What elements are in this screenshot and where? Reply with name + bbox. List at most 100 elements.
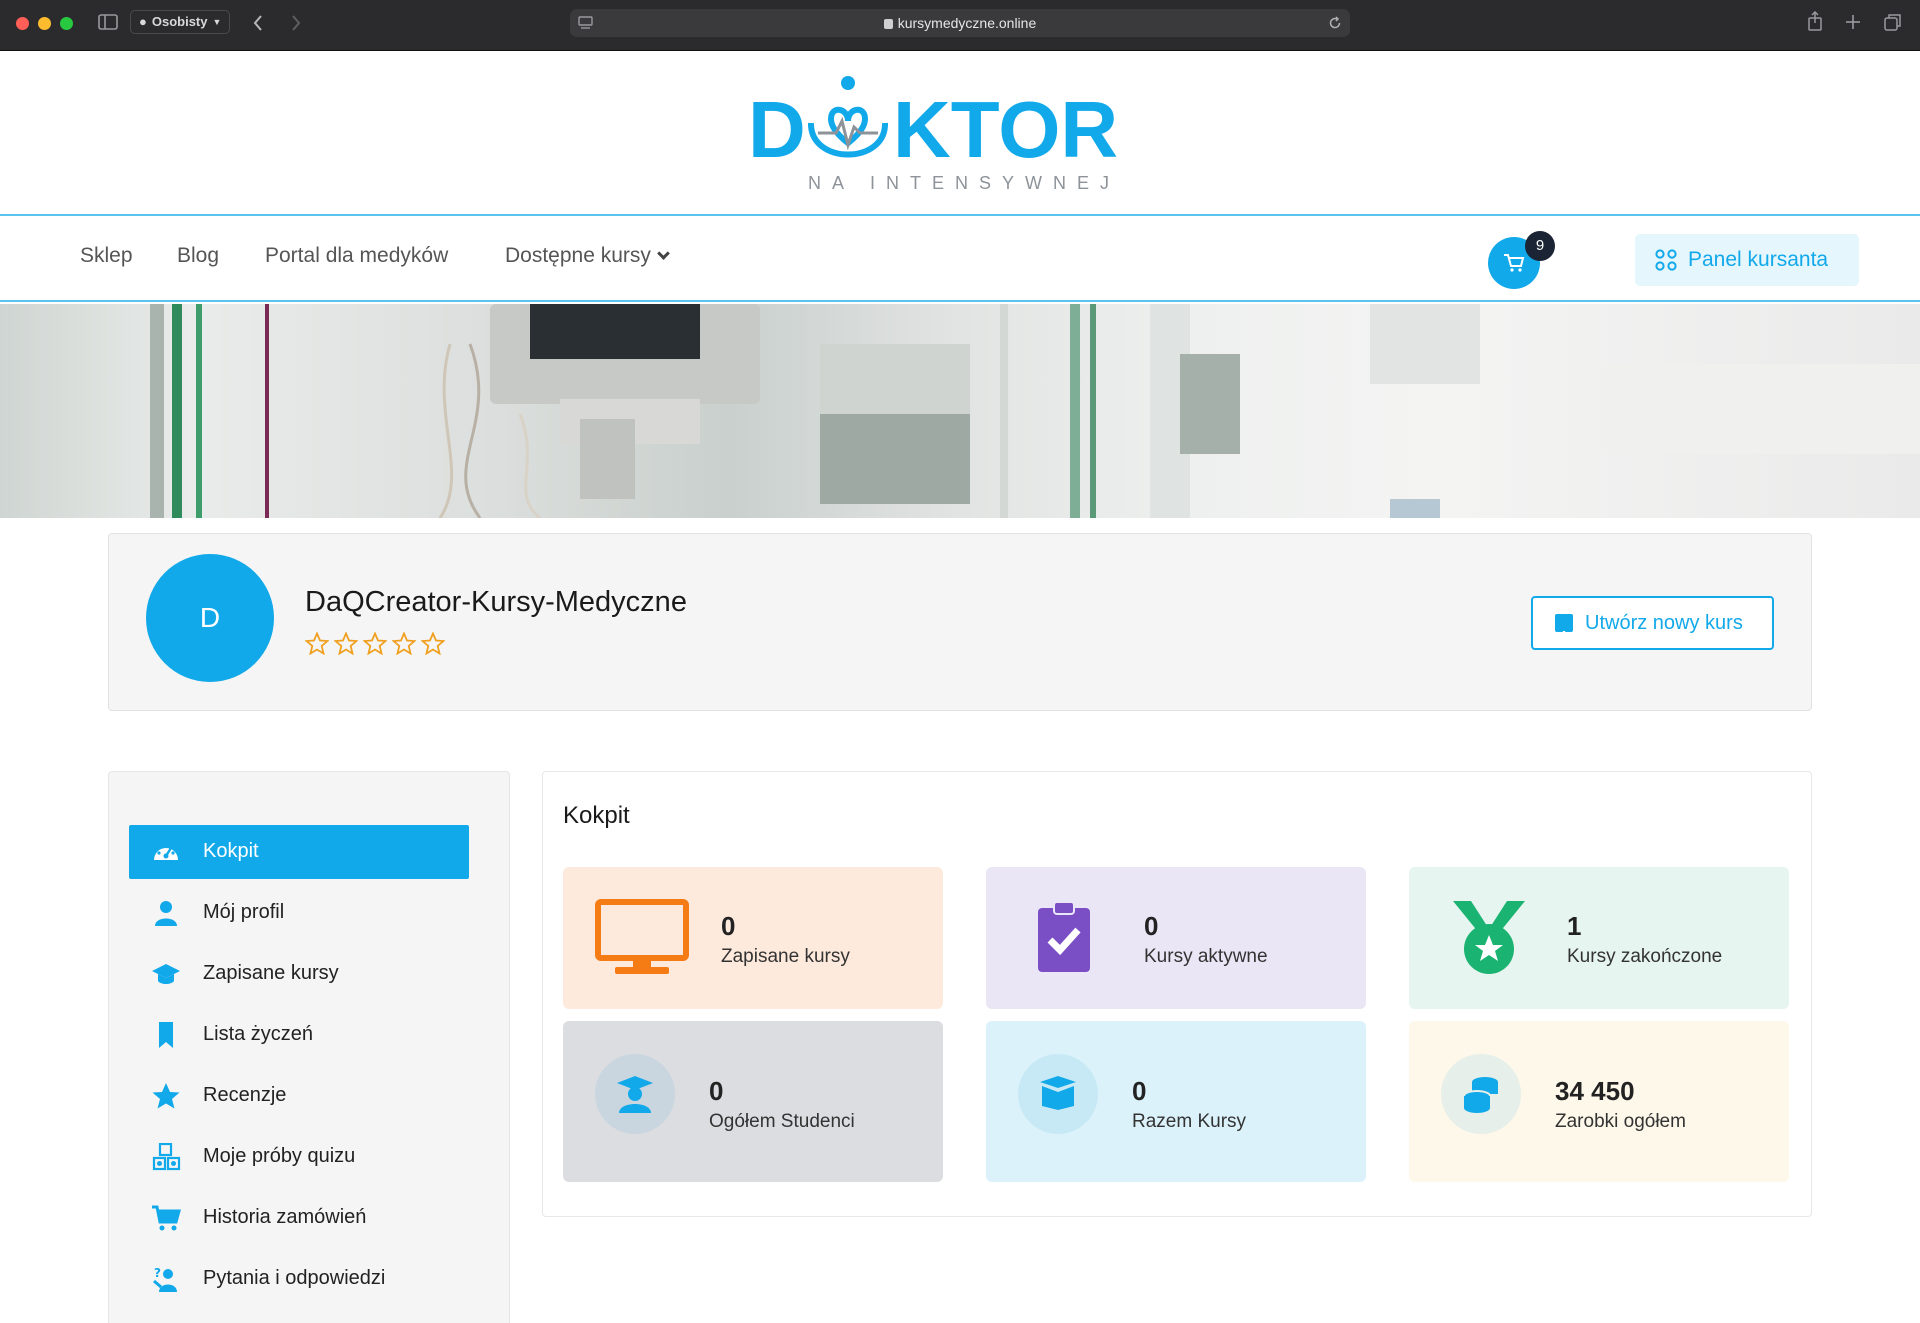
stat-value: 1 [1567, 911, 1582, 941]
svg-text:?: ? [154, 1266, 161, 1280]
cart-icon [152, 1205, 181, 1231]
nav-dropdown-label: Dostępne kursy [505, 244, 651, 267]
grid-icon [1655, 249, 1677, 271]
profile-label: Osobisty [151, 14, 208, 29]
star-outline-icon [363, 632, 387, 655]
plus-square-icon [1555, 614, 1573, 641]
stat-label: Razem Kursy [1132, 1111, 1247, 1132]
url-text: kursymedyczne.online [570, 15, 1350, 31]
sidebar-item-profile[interactable]: Mój profil [129, 886, 469, 940]
medal-icon [1453, 901, 1525, 974]
star-outline-icon [392, 632, 416, 655]
zoom-window-button[interactable] [60, 17, 73, 30]
box-icon [1040, 1076, 1076, 1110]
student-icon [617, 1076, 653, 1113]
new-tab-icon[interactable] [1845, 14, 1861, 30]
sidebar-item-label: Mój profil [203, 901, 285, 923]
nav-link-blog[interactable]: Blog [177, 244, 219, 268]
dashboard-icon [154, 845, 178, 860]
profile-selector[interactable]: ● Osobisty ▼ [130, 10, 231, 34]
sidebar-item-label: Pytania i odpowiedzi [203, 1267, 386, 1289]
sidebar-item-qa[interactable]: ? Pytania i odpowiedzi [129, 1252, 469, 1306]
clipboard-check-icon [1038, 901, 1090, 972]
stat-label: Ogółem Studenci [709, 1111, 855, 1132]
chevron-down-icon [657, 247, 670, 260]
logo-subtitle: NA INTENSYWNEJ [808, 173, 1120, 193]
create-course-label: Utwórz nowy kurs [1585, 612, 1743, 634]
logo-d: D [748, 85, 806, 174]
create-course-button[interactable]: Utwórz nowy kurs [1531, 596, 1774, 650]
sidebar-item-kokpit[interactable]: Kokpit [129, 825, 469, 879]
stat-card-enrolled: 0 Zapisane kursy [563, 867, 943, 1009]
reload-icon[interactable] [1328, 16, 1342, 30]
stat-card-earnings: 34 450 Zarobki ogółem [1409, 1021, 1789, 1182]
question-answer-icon: ? [153, 1266, 177, 1292]
lock-icon [883, 19, 893, 29]
sidebar-item-quiz-attempts[interactable]: Moje próby quizu [129, 1130, 469, 1184]
tab-overview-icon[interactable] [1884, 13, 1902, 31]
web-page: D KTOR NA INTENSYWNEJ Sklep Blog Portal … [0, 51, 1920, 1323]
sidebar-toggle-icon[interactable] [98, 14, 118, 30]
star-outline-icon [421, 632, 445, 655]
cart-count-badge: 9 [1525, 231, 1555, 261]
url-value: kursymedyczne.online [897, 15, 1037, 31]
forward-icon[interactable] [290, 14, 302, 32]
page-title: Kokpit [563, 802, 630, 829]
user-icon [155, 901, 177, 926]
person-icon: ● [139, 14, 147, 29]
student-panel-button[interactable]: Panel kursanta [1635, 234, 1859, 286]
back-icon[interactable] [252, 14, 264, 32]
sidebar-item-label: Recenzje [203, 1084, 287, 1106]
stat-label: Kursy aktywne [1144, 946, 1268, 967]
avatar[interactable]: D [146, 554, 274, 682]
stat-card-total-courses: 0 Razem Kursy [986, 1021, 1366, 1182]
rating-stars [305, 632, 445, 655]
nav-dropdown-courses[interactable]: Dostępne kursy [505, 244, 670, 268]
address-bar[interactable]: kursymedyczne.online [570, 9, 1350, 37]
minimize-window-button[interactable] [38, 17, 51, 30]
stat-value: 0 [1132, 1076, 1147, 1106]
dashboard-panel: Kokpit 0 Zapisane kursy 0 Kursy aktywne … [542, 771, 1812, 1217]
sidebar-item-label: Kokpit [203, 840, 259, 862]
panel-label: Panel kursanta [1688, 248, 1829, 271]
cart-icon [1504, 254, 1525, 272]
nav-link-sklep[interactable]: Sklep [80, 244, 133, 268]
main-navigation: Sklep Blog Portal dla medyków Dostępne k… [0, 214, 1920, 302]
nav-link-portal[interactable]: Portal dla medyków [265, 244, 448, 268]
dashboard-sidebar: Kokpit Mój profil Zapisane kursy Lista ż… [108, 771, 510, 1323]
stat-card-students: 0 Ogółem Studenci [563, 1021, 943, 1182]
sidebar-item-reviews[interactable]: Recenzje [129, 1069, 469, 1123]
stat-label: Zapisane kursy [721, 946, 850, 967]
stat-label: Zarobki ogółem [1555, 1111, 1686, 1132]
stat-card-active: 0 Kursy aktywne [986, 867, 1366, 1009]
hero-banner-image [0, 304, 1920, 518]
stat-label: Kursy zakończone [1567, 946, 1723, 967]
stat-value: 0 [709, 1076, 724, 1106]
bookmark-icon [159, 1022, 173, 1048]
sidebar-item-wishlist[interactable]: Lista życzeń [129, 1008, 469, 1062]
icu-equipment-illustration [150, 304, 1920, 518]
sidebar-item-label: Zapisane kursy [203, 962, 339, 984]
sidebar-item-label: Moje próby quizu [203, 1145, 356, 1167]
star-icon [152, 1083, 180, 1109]
chevron-down-icon: ▼ [212, 17, 222, 27]
instructor-profile-card: D DaQCreator-Kursy-Medyczne Utwórz nowy … [108, 533, 1812, 711]
sidebar-item-order-history[interactable]: Historia zamówień [129, 1191, 469, 1245]
stat-value: 34 450 [1555, 1076, 1635, 1106]
close-window-button[interactable] [16, 17, 29, 30]
stat-card-completed: 1 Kursy zakończone [1409, 867, 1789, 1009]
site-logo[interactable]: D KTOR NA INTENSYWNEJ [748, 73, 1148, 203]
logo-ktor: KTOR [893, 85, 1118, 174]
profile-name: DaQCreator-Kursy-Medyczne [305, 586, 687, 618]
quiz-shapes-icon [152, 1143, 181, 1171]
graduation-cap-icon [152, 964, 180, 984]
site-header: D KTOR NA INTENSYWNEJ [0, 51, 1920, 214]
sidebar-item-label: Historia zamówień [203, 1206, 367, 1228]
stat-value: 0 [1144, 911, 1159, 941]
monitor-icon [595, 899, 689, 974]
star-outline-icon [334, 632, 358, 655]
share-icon[interactable] [1807, 11, 1823, 31]
sidebar-item-enrolled-courses[interactable]: Zapisane kursy [129, 947, 469, 1001]
star-outline-icon [305, 632, 329, 655]
coins-icon [1463, 1077, 1498, 1113]
